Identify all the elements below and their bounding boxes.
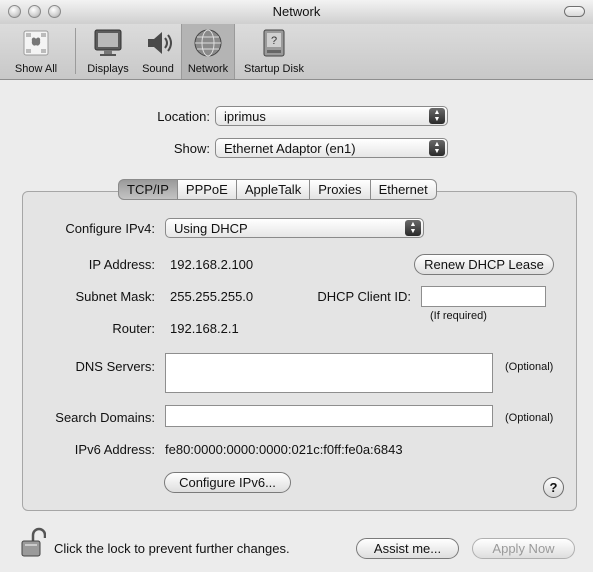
tab-ethernet[interactable]: Ethernet	[370, 179, 437, 200]
ipv6-address-label: IPv6 Address:	[74, 442, 155, 457]
show-popup[interactable]: Ethernet Adaptor (en1) ▲ ▼	[215, 138, 448, 158]
location-label: Location:	[157, 109, 210, 124]
tab-pppoe[interactable]: PPPoE	[177, 179, 237, 200]
search-optional-hint: (Optional)	[505, 412, 554, 424]
toolbar-item-label: Displays	[87, 63, 129, 75]
ip-address-value: 192.168.2.100	[170, 257, 254, 272]
help-button[interactable]: ?	[543, 477, 564, 498]
popup-arrows-icon: ▲ ▼	[405, 220, 421, 236]
toolbar-show-all[interactable]: Show All	[6, 24, 66, 79]
toolbar-startup-disk[interactable]: ? Startup Disk	[238, 24, 310, 79]
toolbar: Show All Displays Sound Network ? Startu…	[0, 24, 593, 80]
dns-optional-hint: (Optional)	[505, 361, 554, 373]
router-value: 192.168.2.1	[170, 321, 239, 336]
renew-dhcp-lease-button[interactable]: Renew DHCP Lease	[414, 254, 554, 275]
apply-now-button[interactable]: Apply Now	[472, 538, 575, 559]
toolbar-sound[interactable]: Sound	[138, 24, 178, 79]
toolbar-item-label: Show All	[14, 63, 58, 75]
dhcp-client-id-hint: (If required)	[430, 310, 487, 322]
ip-address-label: IP Address:	[88, 257, 155, 272]
speaker-icon	[148, 32, 172, 54]
router-label: Router:	[112, 321, 155, 336]
search-domains-label: Search Domains:	[55, 410, 155, 425]
show-value: Ethernet Adaptor (en1)	[224, 141, 356, 156]
tcpip-panel	[22, 191, 577, 511]
network-preferences-window: Network Show All Displays Sound Network …	[0, 0, 593, 572]
toolbar-toggle-button[interactable]	[564, 6, 585, 17]
subnet-mask-label: Subnet Mask:	[75, 289, 156, 304]
configure-ipv6-button[interactable]: Configure IPv6...	[164, 472, 291, 493]
unlocked-padlock-icon[interactable]	[20, 527, 46, 559]
tab-proxies[interactable]: Proxies	[310, 179, 371, 200]
toolbar-network[interactable]: Network	[181, 24, 235, 79]
display-icon	[94, 29, 122, 56]
dns-servers-label: DNS Servers:	[75, 359, 155, 374]
configure-ipv4-value: Using DHCP	[174, 221, 248, 236]
assist-me-button[interactable]: Assist me...	[356, 538, 459, 559]
dhcp-client-id-field[interactable]	[421, 286, 546, 307]
dhcp-client-id-label: DHCP Client ID:	[317, 289, 411, 304]
dns-servers-field[interactable]	[165, 353, 493, 393]
network-globe-icon	[194, 29, 222, 57]
toolbar-displays[interactable]: Displays	[82, 24, 134, 79]
tab-appletalk[interactable]: AppleTalk	[236, 179, 311, 200]
location-value: iprimus	[224, 109, 266, 124]
location-popup[interactable]: iprimus ▲ ▼	[215, 106, 448, 126]
popup-arrows-icon: ▲ ▼	[429, 108, 445, 124]
search-domains-field[interactable]	[165, 405, 493, 427]
subnet-mask-value: 255.255.255.0	[170, 289, 254, 304]
toolbar-separator	[75, 28, 76, 74]
toolbar-item-label: Sound	[142, 63, 174, 75]
window-title: Network	[272, 4, 321, 19]
configure-ipv4-label: Configure IPv4:	[65, 221, 155, 236]
toolbar-item-label: Startup Disk	[244, 63, 304, 75]
network-tabs: TCP/IP PPPoE AppleTalk Proxies Ethernet	[118, 179, 437, 201]
popup-arrows-icon: ▲ ▼	[429, 140, 445, 156]
hard-disk-icon: ?	[263, 29, 285, 57]
svg-text:?: ?	[271, 35, 277, 47]
toolbar-item-label: Network	[187, 63, 229, 75]
configure-ipv4-popup[interactable]: Using DHCP ▲ ▼	[165, 218, 424, 238]
ipv6-address-value: fe80:0000:0000:0000:021c:f0ff:fe0a:6843	[165, 442, 403, 457]
title-bar: Network	[0, 0, 593, 25]
show-label: Show:	[173, 141, 210, 156]
apple-grid-icon	[23, 30, 49, 56]
lock-instruction-text: Click the lock to prevent further change…	[54, 541, 290, 556]
tab-tcpip[interactable]: TCP/IP	[118, 179, 178, 200]
